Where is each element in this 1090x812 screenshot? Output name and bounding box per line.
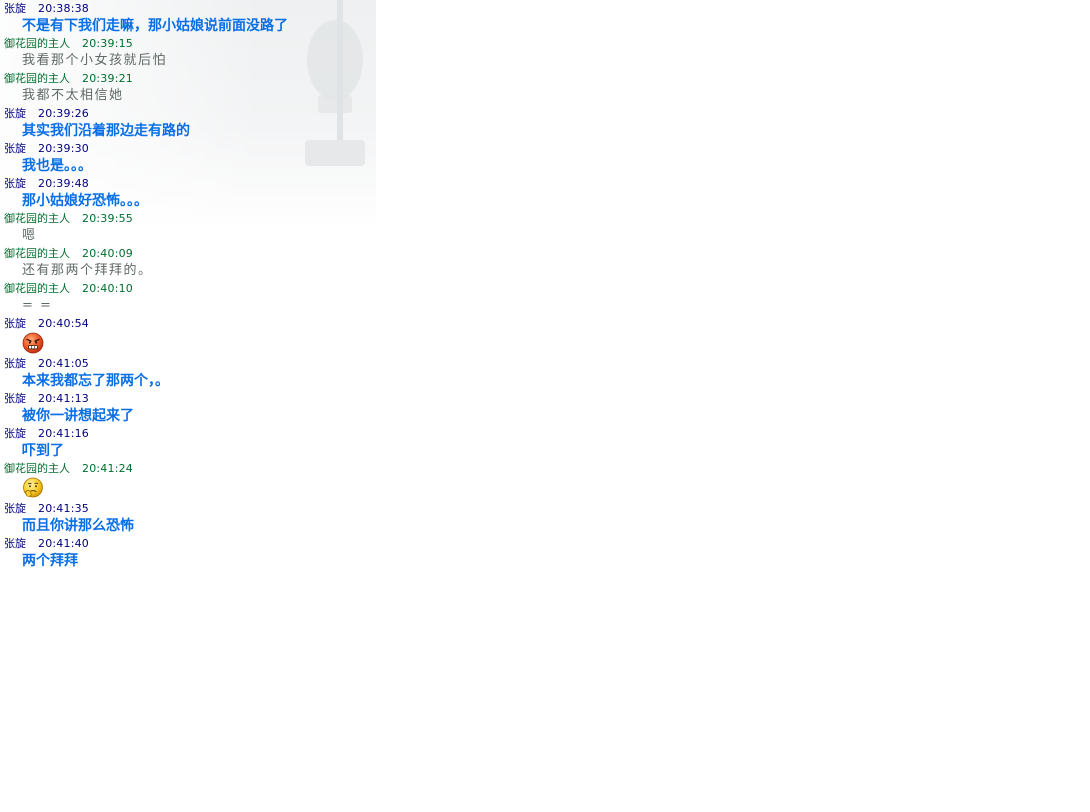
message-text: 还有那两个拜拜的。 (22, 263, 153, 278)
timestamp: 20:40:09 (82, 247, 134, 260)
timestamp: 20:39:55 (82, 212, 134, 225)
sender-name: 张旋 (4, 2, 26, 15)
timestamp: 20:39:21 (82, 72, 134, 85)
message-list: 张旋 20:38:38 不是有下我们走嘛，那小姑娘说前面没路了 御花园的主人 20:… (0, 0, 376, 570)
timestamp: 20:41:13 (38, 392, 90, 405)
message-text: = = (22, 298, 53, 313)
timestamp: 20:41:16 (38, 427, 90, 440)
message-header: 张旋 20:41:40 (0, 535, 376, 552)
message-text: 嗯 (22, 228, 37, 243)
sender-name: 御花园的主人 (4, 37, 70, 50)
message-text: 本来我都忘了那两个，。 (22, 373, 169, 389)
message-header: 张旋 20:39:30 (0, 140, 376, 157)
chat-message: 张旋 20:41:35 而且你讲那么恐怖 (0, 500, 376, 535)
message-text: 其实我们沿着那边走有路的 (22, 123, 190, 139)
message-header: 张旋 20:41:16 (0, 425, 376, 442)
sender-name: 张旋 (4, 107, 26, 120)
message-text: 被你一讲想起来了 (22, 408, 134, 424)
message-text: 而且你讲那么恐怖 (22, 518, 134, 534)
timestamp: 20:41:24 (82, 462, 134, 475)
message-header: 张旋 20:41:35 (0, 500, 376, 517)
chat-message: 御花园的主人 20:41:24 (0, 460, 376, 500)
sender-name: 御花园的主人 (4, 282, 70, 295)
message-header: 张旋 20:39:48 (0, 175, 376, 192)
sender-name: 张旋 (4, 177, 26, 190)
chat-message: 张旋 20:38:38 不是有下我们走嘛，那小姑娘说前面没路了 (0, 0, 376, 35)
timestamp: 20:39:15 (82, 37, 134, 50)
message-header: 御花园的主人 20:39:21 (0, 70, 376, 87)
timestamp: 20:39:30 (38, 142, 90, 155)
sender-name: 御花园的主人 (4, 72, 70, 85)
message-header: 御花园的主人 20:40:09 (0, 245, 376, 262)
chat-message: 张旋 20:41:13 被你一讲想起来了 (0, 390, 376, 425)
sender-name: 御花园的主人 (4, 247, 70, 260)
angry-face-icon (22, 332, 44, 354)
timestamp: 20:41:35 (38, 502, 90, 515)
message-header: 御花园的主人 20:39:55 (0, 210, 376, 227)
message-header: 张旋 20:41:13 (0, 390, 376, 407)
chat-message: 御花园的主人 20:40:09 还有那两个拜拜的。 (0, 245, 376, 280)
timestamp: 20:39:26 (38, 107, 90, 120)
timestamp: 20:40:10 (82, 282, 134, 295)
chat-history-panel[interactable]: 张旋 20:38:38 不是有下我们走嘛，那小姑娘说前面没路了 御花园的主人 20:… (0, 0, 376, 580)
sender-name: 张旋 (4, 142, 26, 155)
message-text: 我都不太相信她 (22, 88, 124, 103)
chat-message: 张旋 20:39:48 那小姑娘好恐怖。。。 (0, 175, 376, 210)
message-header: 御花园的主人 20:40:10 (0, 280, 376, 297)
sender-name: 张旋 (4, 357, 26, 370)
sender-name: 御花园的主人 (4, 212, 70, 225)
sender-name: 张旋 (4, 427, 26, 440)
message-text: 吓到了 (22, 443, 64, 459)
chat-message: 张旋 20:39:30 我也是。。。 (0, 140, 376, 175)
message-text: 两个拜拜 (22, 553, 78, 569)
sender-name: 张旋 (4, 392, 26, 405)
chat-message: 张旋 20:41:05 本来我都忘了那两个，。 (0, 355, 376, 390)
message-emoji (0, 332, 376, 355)
message-text: 我看那个小女孩就后怕 (22, 53, 168, 68)
timestamp: 20:41:05 (38, 357, 90, 370)
message-header: 张旋 20:38:38 (0, 0, 376, 17)
message-header: 张旋 20:41:05 (0, 355, 376, 372)
message-emoji (0, 477, 376, 500)
thinking-face-icon (23, 477, 43, 498)
message-text: 那小姑娘好恐怖。。。 (22, 193, 148, 209)
sender-name: 张旋 (4, 537, 26, 550)
message-text: 我也是。。。 (22, 158, 92, 174)
chat-message: 张旋 20:41:40 两个拜拜 (0, 535, 376, 570)
message-header: 御花园的主人 20:39:15 (0, 35, 376, 52)
message-text: 不是有下我们走嘛，那小姑娘说前面没路了 (22, 18, 288, 34)
sender-name: 张旋 (4, 502, 26, 515)
timestamp: 20:38:38 (38, 2, 90, 15)
timestamp: 20:39:48 (38, 177, 90, 190)
chat-message: 御花园的主人 20:39:15 我看那个小女孩就后怕 (0, 35, 376, 70)
chat-message: 御花园的主人 20:39:55 嗯 (0, 210, 376, 245)
sender-name: 御花园的主人 (4, 462, 70, 475)
timestamp: 20:40:54 (38, 317, 90, 330)
message-header: 张旋 20:39:26 (0, 105, 376, 122)
timestamp: 20:41:40 (38, 537, 90, 550)
chat-message: 御花园的主人 20:40:10 = = (0, 280, 376, 315)
chat-message: 张旋 20:39:26 其实我们沿着那边走有路的 (0, 105, 376, 140)
message-header: 御花园的主人 20:41:24 (0, 460, 376, 477)
message-header: 张旋 20:40:54 (0, 315, 376, 332)
chat-message: 张旋 20:40:54 (0, 315, 376, 355)
chat-message: 御花园的主人 20:39:21 我都不太相信她 (0, 70, 376, 105)
sender-name: 张旋 (4, 317, 26, 330)
chat-message: 张旋 20:41:16 吓到了 (0, 425, 376, 460)
